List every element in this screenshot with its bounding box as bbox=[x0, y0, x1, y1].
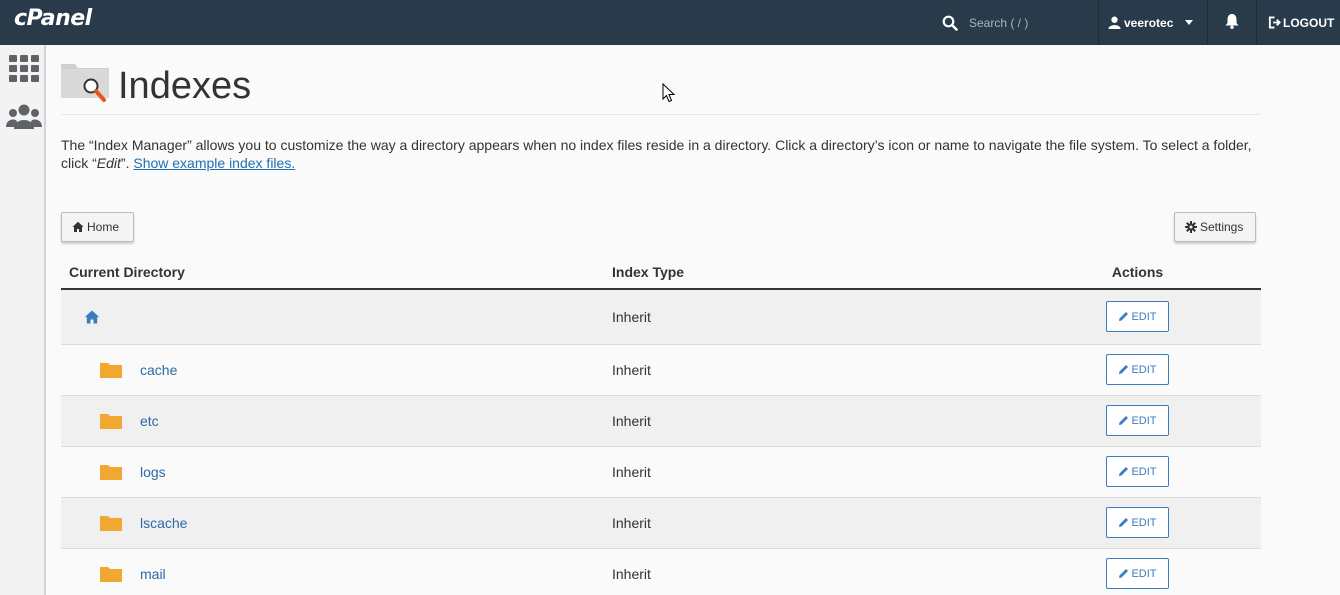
actions-cell: EDIT bbox=[1014, 446, 1261, 497]
navbar-divider bbox=[1256, 0, 1257, 45]
actions-cell: EDIT bbox=[1014, 395, 1261, 446]
column-header-index-type[interactable]: Index Type bbox=[604, 255, 1014, 290]
edit-button-label: EDIT bbox=[1131, 363, 1157, 376]
edit-button-label: EDIT bbox=[1131, 414, 1157, 427]
edit-button[interactable]: EDIT bbox=[1106, 507, 1169, 538]
indexes-folder-search-icon bbox=[61, 64, 109, 102]
home-icon[interactable] bbox=[84, 309, 100, 325]
chevron-down-icon bbox=[1185, 20, 1194, 25]
sidebar bbox=[0, 45, 46, 595]
edit-button[interactable]: EDIT bbox=[1106, 405, 1169, 436]
edit-button[interactable]: EDIT bbox=[1106, 456, 1169, 487]
directory-link-mail[interactable]: mail bbox=[140, 566, 166, 582]
show-example-link[interactable]: Show example index files. bbox=[133, 155, 295, 171]
pencil-icon bbox=[1119, 569, 1129, 578]
index-type-cell: Inherit bbox=[612, 463, 651, 480]
edit-button-label: EDIT bbox=[1131, 567, 1157, 580]
edit-button-label: EDIT bbox=[1131, 310, 1157, 323]
directory-cell: etc bbox=[61, 395, 604, 446]
edit-button-label: EDIT bbox=[1131, 516, 1157, 529]
top-navbar: cPanel veerotec LOGOUT bbox=[0, 0, 1340, 45]
cpanel-logo[interactable]: cPanel bbox=[14, 6, 92, 31]
index-type-cell: Inherit bbox=[612, 514, 651, 531]
home-icon bbox=[72, 221, 84, 232]
search-input[interactable] bbox=[969, 15, 1079, 30]
directory-link-cache[interactable]: cache bbox=[140, 362, 177, 378]
logout-label: LOGOUT bbox=[1283, 15, 1335, 30]
pencil-icon bbox=[1119, 312, 1129, 322]
main-content: Indexes The “Index Manager” allows you t… bbox=[61, 45, 1261, 595]
directory-cell: cache bbox=[61, 344, 604, 395]
settings-button[interactable]: Settings bbox=[1174, 212, 1256, 242]
home-button[interactable]: Home bbox=[61, 212, 134, 242]
table-row: mail Inherit EDIT bbox=[61, 548, 1261, 595]
page-header: Indexes bbox=[61, 45, 1261, 115]
folder-icon[interactable] bbox=[100, 464, 122, 480]
bell-icon[interactable] bbox=[1223, 12, 1241, 30]
search-icon bbox=[942, 15, 958, 31]
page-title: Indexes bbox=[118, 65, 252, 107]
edit-button[interactable]: EDIT bbox=[1106, 301, 1169, 333]
edit-button[interactable]: EDIT bbox=[1106, 558, 1169, 589]
user-icon bbox=[1108, 16, 1121, 29]
table-row: lscache Inherit EDIT bbox=[61, 497, 1261, 548]
pencil-icon bbox=[1119, 467, 1129, 476]
directory-table: Current Directory Index Type Actions Inh… bbox=[61, 255, 1261, 595]
username-label: veerotec bbox=[1124, 15, 1174, 30]
index-type-cell: Inherit bbox=[612, 308, 651, 325]
folder-icon[interactable] bbox=[100, 362, 122, 378]
logout-button[interactable]: LOGOUT bbox=[1268, 0, 1334, 45]
navbar-divider bbox=[1098, 0, 1099, 45]
actions-cell: EDIT bbox=[1014, 289, 1261, 344]
table-header-row: Current Directory Index Type Actions bbox=[61, 255, 1261, 290]
gear-icon bbox=[1185, 221, 1197, 233]
logout-icon bbox=[1268, 16, 1281, 29]
folder-icon[interactable] bbox=[100, 566, 122, 582]
directory-cell: lscache bbox=[61, 497, 604, 548]
column-header-directory[interactable]: Current Directory bbox=[61, 255, 604, 290]
index-type-cell: Inherit bbox=[612, 565, 651, 582]
directory-link-etc[interactable]: etc bbox=[140, 413, 159, 429]
index-type-cell: Inherit bbox=[612, 412, 651, 429]
actions-cell: EDIT bbox=[1014, 344, 1261, 395]
directory-link-logs[interactable]: logs bbox=[140, 464, 166, 480]
home-button-label: Home bbox=[87, 220, 120, 234]
edit-button[interactable]: EDIT bbox=[1106, 354, 1169, 385]
actions-cell: EDIT bbox=[1014, 548, 1261, 595]
directory-cell: logs bbox=[61, 446, 604, 497]
actions-cell: EDIT bbox=[1014, 497, 1261, 548]
grid-icon[interactable] bbox=[8, 55, 40, 83]
pencil-icon bbox=[1119, 365, 1129, 374]
folder-icon[interactable] bbox=[100, 413, 122, 429]
description-emphasis: Edit bbox=[96, 155, 121, 171]
directory-cell bbox=[61, 289, 604, 344]
mouse-cursor-icon bbox=[662, 83, 676, 103]
directory-cell: mail bbox=[61, 548, 604, 595]
navbar-divider bbox=[1207, 0, 1208, 45]
user-menu[interactable]: veerotec bbox=[1108, 0, 1194, 45]
folder-icon[interactable] bbox=[100, 515, 122, 531]
table-row: logs Inherit EDIT bbox=[61, 446, 1261, 497]
pencil-icon bbox=[1119, 416, 1129, 425]
table-row: cache Inherit EDIT bbox=[61, 344, 1261, 395]
settings-button-label: Settings bbox=[1200, 220, 1244, 234]
table-row: etc Inherit EDIT bbox=[61, 395, 1261, 446]
index-type-cell: Inherit bbox=[612, 361, 651, 378]
column-header-actions: Actions bbox=[1014, 255, 1261, 290]
directory-link-lscache[interactable]: lscache bbox=[140, 515, 187, 531]
search-box[interactable] bbox=[942, 0, 1097, 45]
pencil-icon bbox=[1119, 518, 1129, 527]
description-text-end: ”. bbox=[120, 155, 134, 171]
page-description: The “Index Manager” allows you to custom… bbox=[61, 136, 1266, 172]
edit-button-label: EDIT bbox=[1131, 465, 1157, 478]
users-icon[interactable] bbox=[6, 103, 42, 131]
table-row-root: Inherit EDIT bbox=[61, 289, 1261, 344]
